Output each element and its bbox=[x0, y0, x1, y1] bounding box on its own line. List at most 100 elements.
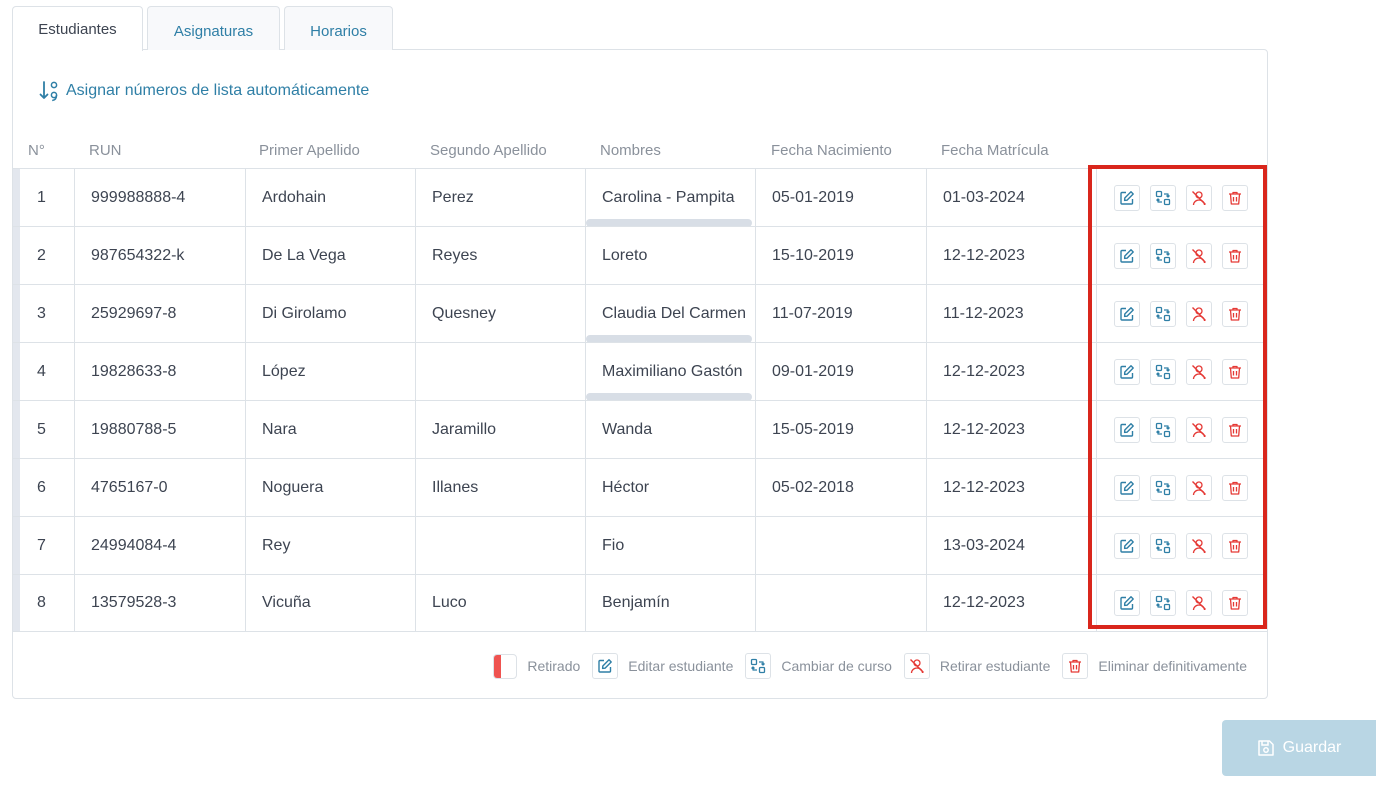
change-course-button[interactable] bbox=[1150, 358, 1176, 385]
row-status-bar bbox=[13, 169, 20, 226]
cell-primer-apellido: Rey bbox=[262, 536, 291, 554]
withdraw-student-button[interactable] bbox=[1186, 532, 1212, 559]
cell-fecha-nacimiento: 05-01-2019 bbox=[772, 188, 854, 206]
column-divider bbox=[1096, 575, 1097, 631]
edit-student-button[interactable] bbox=[1114, 358, 1140, 385]
trash-icon bbox=[1227, 422, 1243, 438]
change-course-button[interactable] bbox=[1150, 532, 1176, 559]
cell-nombres: Héctor bbox=[602, 478, 650, 496]
cell-nombres: Wanda bbox=[602, 420, 653, 438]
delete-student-button[interactable] bbox=[1222, 590, 1248, 616]
column-header-nombres: Nombres bbox=[600, 142, 661, 159]
column-divider bbox=[1096, 401, 1097, 458]
withdraw-student-button[interactable] bbox=[1186, 590, 1212, 616]
auto-assign-label: Asignar números de lista automáticamente bbox=[66, 82, 370, 99]
change-course-button[interactable] bbox=[1150, 242, 1176, 269]
cell-fecha-nacimiento: 05-02-2018 bbox=[772, 478, 854, 496]
sort-numeric-icon bbox=[39, 81, 58, 102]
withdraw-student-icon bbox=[1191, 306, 1207, 322]
row-actions bbox=[1114, 169, 1258, 226]
edit-icon bbox=[1119, 422, 1135, 438]
change-course-button[interactable] bbox=[1150, 184, 1176, 211]
delete-student-button[interactable] bbox=[1222, 242, 1248, 269]
edit-student-button[interactable] bbox=[1114, 242, 1140, 269]
cell-n: 5 bbox=[37, 420, 46, 438]
column-divider bbox=[1096, 343, 1097, 400]
delete-student-button[interactable] bbox=[1222, 474, 1248, 501]
delete-student-button[interactable] bbox=[1222, 300, 1248, 327]
auto-assign-list-numbers-link[interactable]: Asignar números de lista automáticamente bbox=[39, 80, 369, 102]
withdraw-student-button[interactable] bbox=[1186, 300, 1212, 327]
tab-asignaturas[interactable]: Asignaturas bbox=[147, 6, 280, 50]
change-course-button[interactable] bbox=[1150, 590, 1176, 616]
edit-icon bbox=[1119, 538, 1135, 554]
row-actions bbox=[1114, 285, 1258, 342]
row-actions bbox=[1114, 343, 1258, 400]
cell-segundo-apellido: Luco bbox=[432, 594, 467, 611]
withdraw-student-button[interactable] bbox=[1186, 358, 1212, 385]
cell-fecha-nacimiento: 15-10-2019 bbox=[772, 246, 854, 264]
row-status-bar bbox=[13, 401, 20, 458]
change-course-button[interactable] bbox=[1150, 300, 1176, 327]
save-button[interactable]: Guardar bbox=[1222, 720, 1376, 776]
swap-course-icon bbox=[745, 653, 772, 679]
edit-student-button[interactable] bbox=[1114, 590, 1140, 616]
delete-student-button[interactable] bbox=[1222, 184, 1248, 211]
tab-horarios[interactable]: Horarios bbox=[284, 6, 393, 50]
cell-fecha-matricula: 12-12-2023 bbox=[943, 362, 1025, 380]
cell-n: 6 bbox=[37, 478, 46, 496]
cell-fecha-nacimiento: 15-05-2019 bbox=[772, 420, 854, 438]
column-header-primer-apellido: Primer Apellido bbox=[259, 142, 360, 159]
change-course-button[interactable] bbox=[1150, 474, 1176, 501]
cell-n: 3 bbox=[37, 304, 46, 322]
cell-fecha-matricula: 12-12-2023 bbox=[943, 594, 1025, 611]
table-row: 3 25929697-8 Di Girolamo Quesney Claudia Del… bbox=[13, 284, 1267, 343]
edit-student-button[interactable] bbox=[1114, 532, 1140, 559]
delete-student-button[interactable] bbox=[1222, 532, 1248, 559]
cell-segundo-apellido bbox=[416, 517, 432, 574]
delete-student-button[interactable] bbox=[1222, 416, 1248, 443]
cell-primer-apellido: De La Vega bbox=[262, 246, 346, 264]
row-actions bbox=[1114, 227, 1258, 284]
cell-run: 987654322-k bbox=[91, 246, 185, 264]
cell-fecha-nacimiento: 11-07-2019 bbox=[772, 304, 853, 322]
legend-retirar: Retirar estudiante bbox=[903, 653, 1050, 679]
cell-run: 999988888-4 bbox=[91, 188, 186, 206]
change-course-button[interactable] bbox=[1150, 416, 1176, 443]
withdraw-student-button[interactable] bbox=[1186, 242, 1212, 269]
row-status-bar bbox=[13, 227, 20, 284]
row-actions bbox=[1114, 517, 1258, 574]
trash-icon bbox=[1227, 248, 1243, 264]
cell-nombres: Maximiliano Gastón bbox=[602, 362, 743, 380]
column-header-fecha-nacimiento: Fecha Nacimiento bbox=[771, 142, 892, 159]
withdraw-student-icon bbox=[1191, 595, 1207, 611]
cell-n: 2 bbox=[37, 246, 46, 264]
edit-student-button[interactable] bbox=[1114, 416, 1140, 443]
cell-primer-apellido: Noguera bbox=[262, 478, 324, 496]
cell-segundo-apellido bbox=[416, 343, 432, 400]
edit-student-button[interactable] bbox=[1114, 474, 1140, 501]
edit-student-button[interactable] bbox=[1114, 300, 1140, 327]
withdraw-student-button[interactable] bbox=[1186, 184, 1212, 211]
swap-course-icon bbox=[1155, 306, 1171, 322]
column-header-segundo-apellido: Segundo Apellido bbox=[430, 142, 547, 159]
table-row: 7 24994084-4 Rey Fio 13-03-2024 bbox=[13, 516, 1267, 574]
table-row: 5 19880788-5 Nara Jaramillo Wanda 15-05-2019 1… bbox=[13, 400, 1267, 458]
retired-swatch bbox=[493, 653, 518, 679]
save-icon bbox=[1257, 740, 1274, 756]
column-header-fecha-matricula: Fecha Matrícula bbox=[941, 142, 1049, 159]
column-divider bbox=[1096, 517, 1097, 574]
withdraw-student-icon bbox=[1191, 422, 1207, 438]
cell-nombres: Fio bbox=[602, 536, 625, 554]
row-actions bbox=[1114, 459, 1258, 516]
cell-primer-apellido: Di Girolamo bbox=[262, 304, 347, 322]
edit-icon bbox=[1119, 595, 1135, 611]
table-row: 8 13579528-3 Vicuña Luco Benjamín 12-12-2023 bbox=[13, 574, 1267, 632]
withdraw-student-button[interactable] bbox=[1186, 416, 1212, 443]
delete-student-button[interactable] bbox=[1222, 358, 1248, 385]
cell-nombres: Carolina - Pampita bbox=[602, 188, 735, 206]
swap-course-icon bbox=[1155, 538, 1171, 554]
tab-estudiantes[interactable]: Estudiantes bbox=[12, 6, 143, 51]
withdraw-student-button[interactable] bbox=[1186, 474, 1212, 501]
edit-student-button[interactable] bbox=[1114, 184, 1140, 211]
